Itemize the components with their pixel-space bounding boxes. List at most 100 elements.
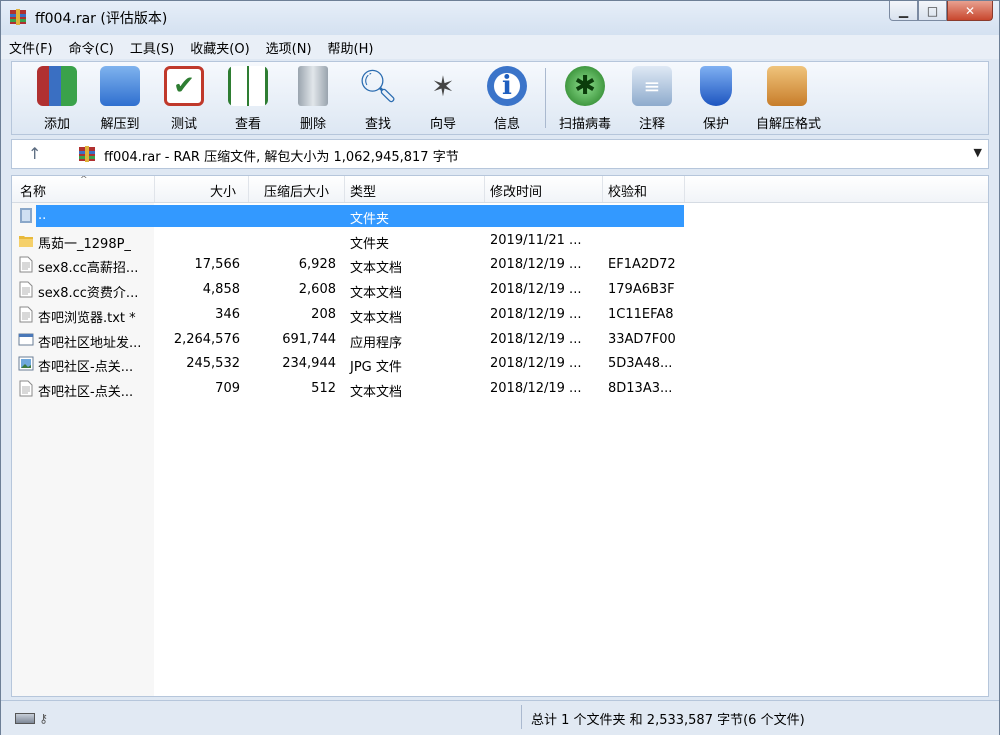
file-packed-size: 691,744 bbox=[282, 331, 336, 347]
file-type: 文件夹 bbox=[350, 212, 390, 227]
file-crc: EF1A2D72 bbox=[608, 257, 676, 273]
file-name: .. bbox=[38, 208, 47, 223]
key-icon: ⚷ bbox=[39, 711, 48, 726]
file-size: 346 bbox=[215, 306, 240, 322]
file-name: sex8.cc高薪招... bbox=[38, 261, 139, 277]
info-button[interactable]: i 信息 bbox=[476, 66, 538, 132]
column-type[interactable]: 类型 bbox=[350, 181, 376, 200]
add-button[interactable]: 添加 bbox=[26, 66, 88, 132]
file-crc: 33AD7F00 bbox=[608, 331, 676, 347]
file-row[interactable]: 杏吧社区-点关... 709 512 文本文档 2018/12/19 ... 8D13A3… bbox=[12, 377, 988, 401]
file-type: 文本文档 bbox=[350, 384, 403, 400]
menu-favorites[interactable]: 收藏夹(O) bbox=[182, 38, 257, 57]
menu-options[interactable]: 选项(N) bbox=[258, 38, 320, 57]
winrar-window: ff004.rar (评估版本) ▁ □ ✕ 文件(F) 命令(C) 工具(S)… bbox=[0, 0, 1000, 735]
file-packed-size: 512 bbox=[311, 380, 336, 396]
column-size[interactable]: 大小 bbox=[210, 181, 236, 200]
file-packed-size: 234,944 bbox=[282, 356, 336, 372]
maximize-button[interactable]: □ bbox=[918, 1, 947, 21]
menu-commands[interactable]: 命令(C) bbox=[61, 38, 122, 57]
file-name: sex8.cc资费介... bbox=[38, 286, 139, 302]
file-size: 17,566 bbox=[194, 257, 241, 273]
column-crc[interactable]: 校验和 bbox=[608, 181, 647, 200]
file-packed-size: 2,608 bbox=[298, 282, 336, 298]
file-packed-size: 6,928 bbox=[298, 257, 336, 273]
file-size: 2,264,576 bbox=[173, 331, 240, 347]
text-file-icon bbox=[18, 256, 34, 273]
file-type: 应用程序 bbox=[350, 335, 403, 351]
view-button[interactable]: 查看 bbox=[217, 66, 279, 132]
shield-icon bbox=[700, 66, 732, 106]
window-title: ff004.rar (评估版本) bbox=[35, 11, 168, 27]
text-file-icon bbox=[18, 380, 34, 397]
add-archive-icon bbox=[37, 66, 77, 106]
delete-button[interactable]: 删除 bbox=[282, 66, 344, 132]
protect-button[interactable]: 保护 bbox=[685, 66, 747, 132]
test-button[interactable]: ✔ 测试 bbox=[153, 66, 215, 132]
sort-arrow-icon: ^ bbox=[80, 175, 88, 185]
find-button[interactable]: 🔍︎ 查找 bbox=[347, 66, 409, 132]
file-crc: 5D3A48... bbox=[608, 356, 673, 372]
rar-archive-icon bbox=[79, 146, 95, 162]
address-path: ff004.rar - RAR 压缩文件, 解包大小为 1,062,945,81… bbox=[104, 150, 459, 165]
drive-icon bbox=[15, 713, 35, 724]
column-header: 名称 ^ 大小 压缩后大小 类型 修改时间 校验和 bbox=[12, 176, 988, 203]
info-icon: i bbox=[487, 66, 527, 106]
file-type: 文本文档 bbox=[350, 261, 403, 277]
menu-help[interactable]: 帮助(H) bbox=[320, 38, 382, 57]
file-row[interactable]: sex8.cc高薪招... 17,566 6,928 文本文档 2018/12/19 .… bbox=[12, 253, 988, 277]
sfx-button[interactable]: 自解压格式 bbox=[756, 66, 821, 132]
text-file-icon bbox=[18, 281, 34, 298]
file-crc: 1C11EFA8 bbox=[608, 306, 674, 322]
file-row[interactable]: 馬茹一_1298P_ 文件夹 2019/11/21 ... bbox=[12, 229, 988, 253]
file-crc: 179A6B3F bbox=[608, 282, 675, 298]
magic-wand-icon: ✶ bbox=[431, 69, 455, 103]
file-size: 245,532 bbox=[186, 356, 240, 372]
text-file-icon bbox=[18, 306, 34, 323]
file-row[interactable]: 杏吧社区地址发... 2,264,576 691,744 应用程序 2018/12/19… bbox=[12, 328, 988, 352]
status-bar: ⚷ 总计 1 个文件夹 和 2,533,587 字节(6 个文件) bbox=[1, 700, 999, 735]
file-modified: 2018/12/19 ... bbox=[490, 380, 582, 396]
file-modified: 2018/12/19 ... bbox=[490, 306, 582, 322]
file-name: 杏吧社区地址发... bbox=[38, 335, 142, 351]
close-button[interactable]: ✕ bbox=[947, 1, 993, 21]
menu-file[interactable]: 文件(F) bbox=[1, 38, 61, 57]
comment-button[interactable]: ≡ 注释 bbox=[621, 66, 683, 132]
column-name[interactable]: 名称 bbox=[20, 181, 46, 200]
title-bar[interactable]: ff004.rar (评估版本) ▁ □ ✕ bbox=[1, 1, 999, 35]
trash-icon bbox=[298, 66, 328, 106]
view-book-icon bbox=[228, 66, 268, 106]
address-bar[interactable]: ↑ ff004.rar - RAR 压缩文件, 解包大小为 1,062,945,… bbox=[11, 139, 989, 169]
magnifier-icon: 🔍︎ bbox=[357, 67, 399, 105]
file-list[interactable]: 名称 ^ 大小 压缩后大小 类型 修改时间 校验和 .. 文件夹 馬茹一_1298P… bbox=[11, 175, 989, 697]
file-type: 文本文档 bbox=[350, 286, 403, 302]
test-checklist-icon: ✔ bbox=[164, 66, 204, 106]
file-type: JPG 文件 bbox=[350, 360, 402, 376]
menu-tools[interactable]: 工具(S) bbox=[122, 38, 182, 57]
file-row[interactable]: sex8.cc资费介... 4,858 2,608 文本文档 2018/12/19 ..… bbox=[12, 278, 988, 302]
extract-to-button[interactable]: 解压到 bbox=[89, 66, 151, 132]
file-row[interactable]: 杏吧社区-点关... 245,532 234,944 JPG 文件 2018/12/19… bbox=[12, 352, 988, 376]
up-arrow-icon[interactable]: ↑ bbox=[28, 144, 41, 163]
file-packed-size: 208 bbox=[311, 306, 336, 322]
file-crc: 8D13A3... bbox=[608, 380, 673, 396]
file-size: 4,858 bbox=[202, 282, 240, 298]
file-modified: 2018/12/19 ... bbox=[490, 356, 582, 372]
column-packed[interactable]: 压缩后大小 bbox=[264, 181, 329, 200]
toolbar-separator bbox=[545, 68, 546, 128]
wizard-button[interactable]: ✶ 向导 bbox=[412, 66, 474, 133]
file-type: 文件夹 bbox=[350, 236, 390, 252]
file-type: 文本文档 bbox=[350, 310, 403, 326]
file-row[interactable]: .. 文件夹 bbox=[12, 204, 988, 228]
minimize-button[interactable]: ▁ bbox=[889, 1, 918, 21]
file-name: 馬茹一_1298P_ bbox=[38, 236, 131, 252]
application-icon bbox=[18, 331, 34, 348]
column-modified[interactable]: 修改时间 bbox=[490, 181, 542, 200]
scan-virus-button[interactable]: ✱ 扫描病毒 bbox=[554, 66, 616, 132]
parent-folder-icon bbox=[18, 207, 34, 224]
status-text: 总计 1 个文件夹 和 2,533,587 字节(6 个文件) bbox=[531, 713, 805, 728]
sfx-box-icon bbox=[767, 66, 807, 106]
dropdown-arrow-icon[interactable]: ▼ bbox=[974, 146, 982, 159]
file-row[interactable]: 杏吧浏览器.txt * 346 208 文本文档 2018/12/19 ... 1C11E… bbox=[12, 303, 988, 327]
winrar-logo-icon bbox=[10, 9, 26, 25]
